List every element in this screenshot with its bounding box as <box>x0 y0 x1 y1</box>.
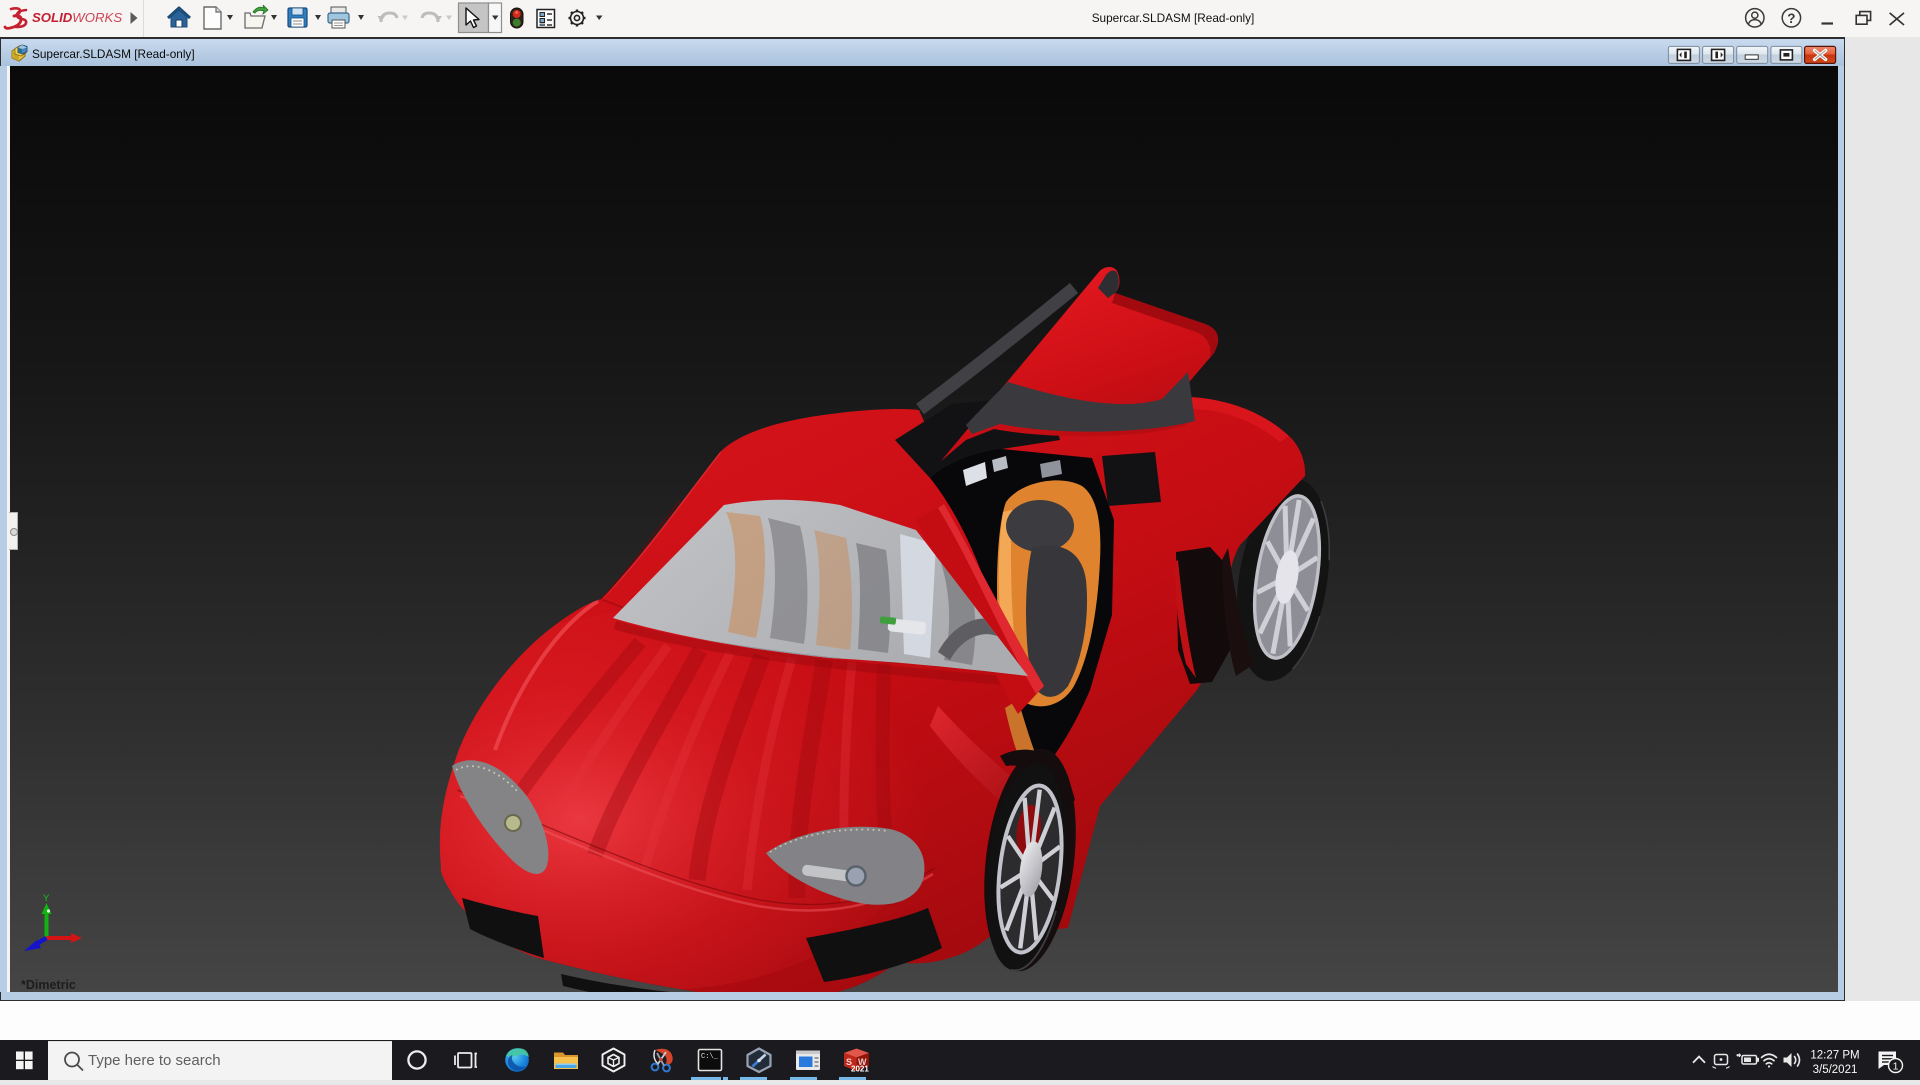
svg-text:SOLIDWORKS: SOLIDWORKS <box>32 10 122 25</box>
svg-text:?: ? <box>1787 11 1795 26</box>
svg-text:Y: Y <box>43 893 50 904</box>
svg-text:1: 1 <box>1893 1061 1899 1073</box>
svg-text:Supercar.SLDASM [Read-only]: Supercar.SLDASM [Read-only] <box>32 47 195 61</box>
svg-text:2021: 2021 <box>851 1065 869 1074</box>
svg-text:Supercar.SLDASM [Read-only]: Supercar.SLDASM [Read-only] <box>1092 11 1255 25</box>
svg-text:12:27 PM: 12:27 PM <box>1810 1050 1859 1062</box>
svg-text:3/5/2021: 3/5/2021 <box>1813 1064 1858 1076</box>
svg-text:*Dimetric: *Dimetric <box>21 978 76 992</box>
svg-text:C:\_: C:\_ <box>701 1053 719 1061</box>
